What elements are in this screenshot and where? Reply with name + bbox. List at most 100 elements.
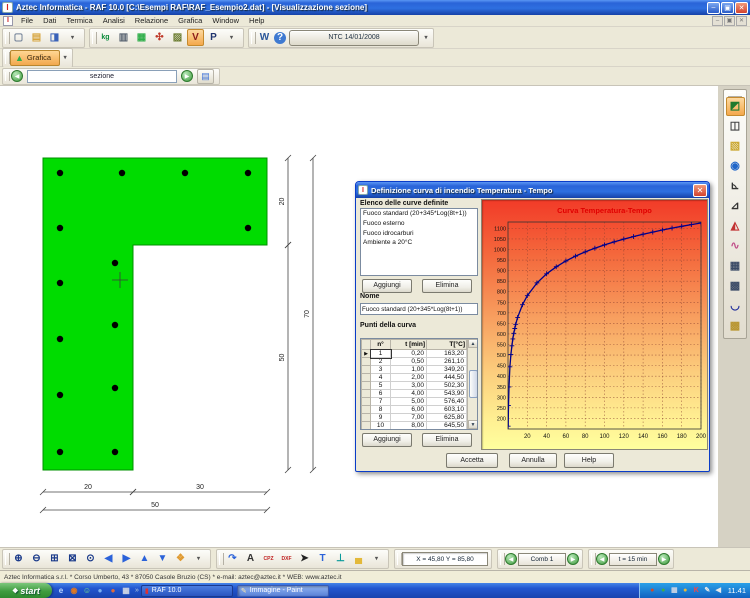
open-folder-icon[interactable]: ▤ <box>28 29 45 46</box>
menu-item[interactable]: Relazione <box>130 15 173 26</box>
tray-icon-2[interactable]: ● <box>659 585 668 596</box>
row-selector-cell[interactable] <box>362 422 371 430</box>
interaction-domain-icon[interactable]: ◡ <box>726 297 745 316</box>
zoom-window-icon[interactable]: ⊞ <box>46 551 63 568</box>
pan-left-icon[interactable]: ◀ <box>100 551 117 568</box>
table-cell[interactable]: 6,00 <box>391 406 427 414</box>
row-selector-cell[interactable]: ▶ <box>362 350 371 358</box>
row-selector-cell[interactable] <box>362 390 371 398</box>
units-icon[interactable]: kg <box>97 29 114 46</box>
zoom-in-icon[interactable]: ⊕ <box>10 551 27 568</box>
table-cell[interactable]: 645,50 <box>427 422 467 430</box>
curve-list-item[interactable]: Ambiente a 20°C <box>361 238 477 248</box>
toolbar-overflow-icon[interactable]: ▾ <box>422 29 430 46</box>
curves-listbox[interactable]: Fuoco standard (20+345*Log(8t+1))Fuoco e… <box>360 208 478 276</box>
mdi-minimize-button[interactable]: – <box>712 16 723 26</box>
scroll-thumb[interactable] <box>469 370 478 398</box>
help-button[interactable]: Help <box>564 453 614 468</box>
table-cell[interactable]: 8 <box>371 406 391 414</box>
curve-list-item[interactable]: Fuoco standard (20+345*Log(8t+1)) <box>361 209 477 219</box>
reinforcement-icon[interactable]: ▨ <box>169 29 186 46</box>
zoom-previous-icon[interactable]: ⊙ <box>82 551 99 568</box>
menu-item[interactable]: Window <box>207 15 244 26</box>
curve-diagram-icon[interactable]: ∿ <box>726 237 745 256</box>
tray-volume-icon[interactable]: ◀ <box>714 585 723 596</box>
save-icon[interactable]: ◨ <box>46 29 63 46</box>
table-cell[interactable]: 8,00 <box>391 422 427 430</box>
toolbar-overflow-icon[interactable]: ▾ <box>223 29 240 46</box>
table-cell[interactable]: 10 <box>371 422 391 430</box>
sphere-3d-icon[interactable]: ✣ <box>151 29 168 46</box>
menu-item[interactable]: Grafica <box>173 15 207 26</box>
zoom-out-icon[interactable]: ⊖ <box>28 551 45 568</box>
table-cell[interactable]: 4 <box>371 374 391 382</box>
comb-next-button[interactable]: ▶ <box>567 553 579 565</box>
axial-diagram-icon[interactable]: ⊾ <box>726 177 745 196</box>
mesh-icon[interactable]: ▩ <box>726 317 745 336</box>
table-cell[interactable]: 4,00 <box>391 390 427 398</box>
time-next-button[interactable]: ▶ <box>658 553 670 565</box>
add-curve-button[interactable]: Aggiungi <box>362 279 412 293</box>
row-selector-cell[interactable] <box>362 358 371 366</box>
table-cell[interactable]: 2,00 <box>391 374 427 382</box>
table-cell[interactable]: 1 <box>371 350 391 358</box>
row-selector-cell[interactable] <box>362 374 371 382</box>
select-arrow-icon[interactable]: ➤ <box>296 551 313 568</box>
table-cell[interactable]: 3 <box>371 366 391 374</box>
table-cell[interactable]: 625,80 <box>427 414 467 422</box>
show-desktop-icon[interactable]: ▦ <box>121 585 131 597</box>
sphere-icon[interactable]: ◉ <box>726 157 745 176</box>
thermal-map-icon[interactable]: ◫ <box>726 117 745 136</box>
mdi-close-button[interactable]: ✕ <box>736 16 747 26</box>
table-cell[interactable]: 603,10 <box>427 406 467 414</box>
table-cell[interactable]: 0,50 <box>391 358 427 366</box>
table-icon[interactable]: ▦ <box>726 257 745 276</box>
row-selector-cell[interactable] <box>362 382 371 390</box>
globe-icon[interactable]: ● <box>95 585 105 597</box>
fill-icon[interactable]: ▄ <box>350 551 367 568</box>
pan-up-icon[interactable]: ▲ <box>136 551 153 568</box>
options-icon[interactable]: ▥ <box>115 29 132 46</box>
grid-icon[interactable]: ▩ <box>726 277 745 296</box>
grafica-button[interactable]: ▲ Grafica <box>10 50 60 66</box>
menu-item[interactable]: File <box>16 15 38 26</box>
table-cell[interactable]: 543,90 <box>427 390 467 398</box>
dxf-export-icon[interactable]: DXF <box>278 551 295 568</box>
table-row[interactable]: ▶10,20163,20 <box>362 350 467 358</box>
table-cell[interactable]: 7 <box>371 398 391 406</box>
stress-diagram-icon[interactable]: ◭ <box>726 217 745 236</box>
zoom-extents-icon[interactable]: ⊠ <box>64 551 81 568</box>
table-cell[interactable]: 9 <box>371 414 391 422</box>
toolbar-overflow-icon[interactable]: ▾ <box>190 551 207 568</box>
view-combo[interactable]: sezione <box>27 70 177 83</box>
table-row[interactable]: 86,00603,10 <box>362 406 467 414</box>
table-cell[interactable]: 444,50 <box>427 374 467 382</box>
table-cell[interactable]: 5,00 <box>391 398 427 406</box>
table-cell[interactable]: 1,00 <box>391 366 427 374</box>
table-cell[interactable]: 0,20 <box>391 350 427 358</box>
menu-item[interactable]: Dati <box>38 15 61 26</box>
table-cell[interactable]: 163,20 <box>427 350 467 358</box>
curve-list-item[interactable]: Fuoco idrocarburi <box>361 229 477 239</box>
delete-curve-button[interactable]: Elimina <box>422 279 472 293</box>
window-layout-icon[interactable]: ▤ <box>197 69 214 84</box>
menu-item[interactable]: Termica <box>61 15 97 26</box>
tray-icon-1[interactable]: ● <box>648 585 657 596</box>
section-view-icon[interactable]: ◩ <box>726 97 745 116</box>
pan-hand-icon[interactable]: ❖ <box>172 551 189 568</box>
menu-item[interactable]: Analisi <box>98 15 130 26</box>
row-selector-cell[interactable] <box>362 414 371 422</box>
tray-icon-4[interactable]: ● <box>681 585 690 596</box>
dialog-title-bar[interactable]: I Definizione curva di incendio Temperat… <box>356 182 709 198</box>
design-icon[interactable]: P <box>205 29 222 46</box>
table-cell[interactable]: 5 <box>371 382 391 390</box>
points-table[interactable]: n°t [min]T[°C]▶10,20163,2020,50261,1031,… <box>361 339 467 430</box>
cancel-button[interactable]: Annulla <box>509 453 557 468</box>
maximize-button[interactable]: ▣ <box>721 2 734 14</box>
table-cell[interactable]: 576,40 <box>427 398 467 406</box>
table-cell[interactable]: 502,30 <box>427 382 467 390</box>
cpz-icon[interactable]: CPZ <box>260 551 277 568</box>
table-cell[interactable]: 6 <box>371 390 391 398</box>
table-row[interactable]: 53,00502,30 <box>362 382 467 390</box>
table-cell[interactable]: 2 <box>371 358 391 366</box>
